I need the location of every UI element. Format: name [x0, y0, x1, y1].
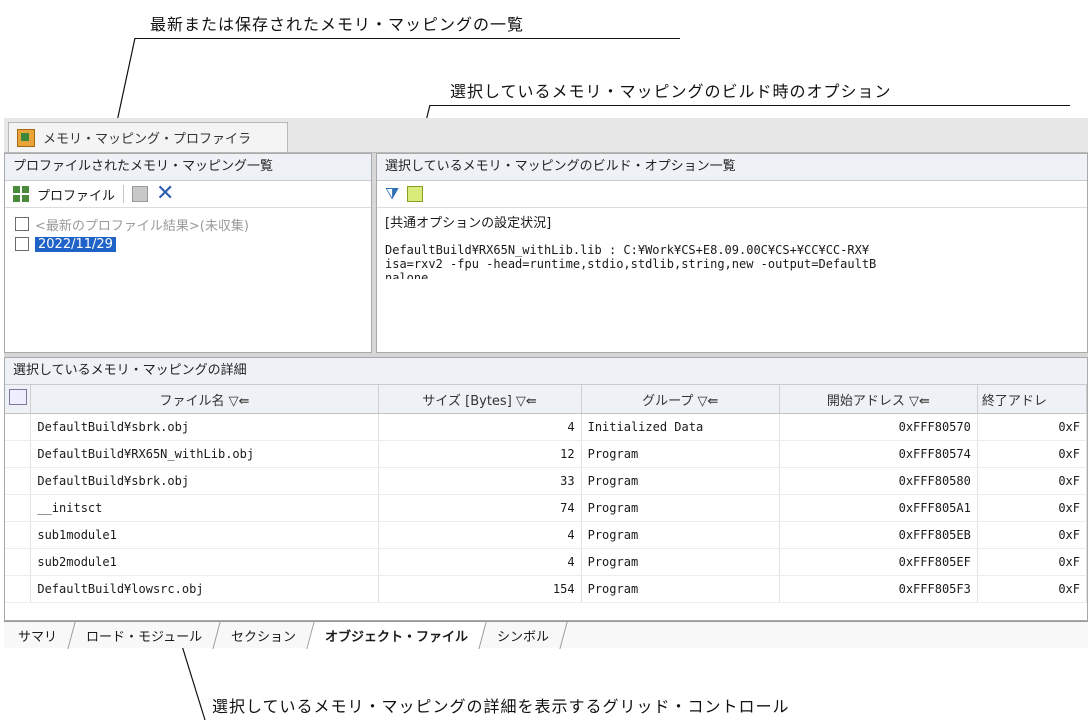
callout-underline [430, 105, 1070, 106]
filter-icon: ▽⇚ [228, 393, 250, 409]
cell-size: 12 [378, 440, 582, 468]
list-item-label: 2022/11/29 [35, 236, 116, 252]
cell-file: sub2module1 [30, 548, 379, 576]
grid-corner[interactable] [5, 385, 32, 414]
build-options-pane: 選択しているメモリ・マッピングのビルド・オプション一覧 ⧩ [共通オプションの設… [376, 153, 1088, 353]
checkbox[interactable] [15, 217, 29, 231]
tab-load-module[interactable]: ロード・モジュール [68, 622, 221, 649]
column-header-start-address[interactable]: 開始アドレス ▽⇚ [779, 385, 978, 414]
filter-icon: ▽⇚ [909, 393, 930, 409]
profiler-icon [17, 128, 35, 147]
callout-memory-mapping-list: 最新または保存されたメモリ・マッピングの一覧 [150, 15, 525, 34]
cell-file: sub1module1 [30, 521, 379, 549]
table-row[interactable]: DefaultBuild¥sbrk.obj 4 Initialized Data… [5, 413, 1087, 441]
tab-memory-mapping-profiler[interactable]: メモリ・マッピング・プロファイラ [8, 122, 288, 152]
tab-symbol[interactable]: シンボル [479, 622, 568, 649]
cell-group: Initialized Data [581, 413, 780, 441]
cell-size: 154 [378, 575, 582, 603]
pane-title: 選択しているメモリ・マッピングの詳細 [5, 358, 1087, 385]
profile-button[interactable]: プロファイル [37, 185, 115, 204]
cell-group: Program [581, 467, 780, 495]
cell-end: 0xF [977, 413, 1087, 441]
cell-start: 0xFFF80570 [779, 413, 978, 441]
cell-start: 0xFFF805A1 [779, 494, 978, 522]
cell-end: 0xF [977, 494, 1087, 522]
list-item[interactable]: <最新のプロファイル結果>(未収集) [5, 214, 371, 234]
cell-end: 0xF [977, 575, 1087, 603]
pane-title: 選択しているメモリ・マッピングのビルド・オプション一覧 [377, 154, 1087, 181]
callout-underline [135, 38, 680, 39]
cell-start: 0xFFF805EF [779, 548, 978, 576]
profiled-list-pane: プロファイルされたメモリ・マッピング一覧 プロファイル ✕ <最新のプロファイル… [4, 153, 372, 353]
cell-file: DefaultBuild¥sbrk.obj [30, 413, 379, 441]
pane-title: プロファイルされたメモリ・マッピング一覧 [5, 154, 371, 181]
detail-grid[interactable]: ファイル名 ▽⇚ サイズ [Bytes] ▽⇚ グループ ▽⇚ 開始アドレス ▽… [5, 385, 1087, 603]
toolbar-separator [123, 185, 125, 203]
table-row[interactable]: sub2module1 4 Program 0xFFF805EF 0xF [5, 548, 1087, 576]
options-icon[interactable] [407, 186, 424, 202]
column-header-group[interactable]: グループ ▽⇚ [581, 385, 780, 414]
cell-group: Program [581, 494, 780, 522]
table-row[interactable]: DefaultBuild¥RX65N_withLib.obj 12 Progra… [5, 440, 1087, 468]
tab-summary[interactable]: サマリ [0, 622, 76, 649]
callout-detail-grid: 選択しているメモリ・マッピングの詳細を表示するグリッド・コントロール [212, 697, 790, 716]
detail-pane: 選択しているメモリ・マッピングの詳細 ファイル名 ▽⇚ サイズ [Bytes] … [4, 357, 1088, 621]
list-item[interactable]: 2022/11/29 [5, 234, 371, 254]
callout-build-options: 選択しているメモリ・マッピングのビルド時のオプション [450, 82, 892, 101]
cell-size: 33 [378, 467, 582, 495]
cell-start: 0xFFF80574 [779, 440, 978, 468]
tab-title: メモリ・マッピング・プロファイラ [43, 132, 252, 147]
cell-file: DefaultBuild¥RX65N_withLib.obj [30, 440, 379, 468]
cell-file: DefaultBuild¥lowsrc.obj [30, 575, 379, 603]
left-toolbar: プロファイル ✕ [5, 181, 371, 208]
delete-icon[interactable]: ✕ [156, 183, 174, 205]
cell-start: 0xFFF805EB [779, 521, 978, 549]
tab-object-file[interactable]: オブジェクト・ファイル [307, 622, 487, 649]
cell-group: Program [581, 440, 780, 468]
cell-start: 0xFFF805F3 [779, 575, 978, 603]
list-item-label: <最新のプロファイル結果>(未収集) [35, 218, 249, 234]
cell-end: 0xF [977, 440, 1087, 468]
cell-end: 0xF [977, 467, 1087, 495]
checkbox[interactable] [15, 237, 29, 251]
save-icon[interactable] [132, 186, 149, 202]
column-header-file-name[interactable]: ファイル名 ▽⇚ [30, 385, 379, 414]
table-row[interactable]: sub1module1 4 Program 0xFFF805EB 0xF [5, 521, 1087, 549]
filter-icon: ▽⇚ [697, 393, 719, 409]
table-row[interactable]: __initsct 74 Program 0xFFF805A1 0xF [5, 494, 1087, 522]
options-line: DefaultBuild¥RX65N_withLib.lib : C:¥Work… [385, 243, 870, 257]
cell-start: 0xFFF80580 [779, 467, 978, 495]
cell-size: 4 [378, 413, 582, 441]
table-row[interactable]: DefaultBuild¥lowsrc.obj 154 Program 0xFF… [5, 575, 1087, 603]
cell-group: Program [581, 521, 780, 549]
filter-icon: ▽⇚ [515, 393, 537, 409]
right-toolbar: ⧩ [377, 181, 1087, 208]
filter-icon[interactable]: ⧩ [385, 184, 399, 204]
bottom-tab-bar: サマリ ロード・モジュール セクション オブジェクト・ファイル シンボル [0, 621, 1088, 649]
cell-group: Program [581, 575, 780, 603]
grid-header-row: ファイル名 ▽⇚ サイズ [Bytes] ▽⇚ グループ ▽⇚ 開始アドレス ▽… [5, 385, 1087, 414]
options-line: isa=rxv2 -fpu -head=runtime,stdio,stdlib… [385, 257, 877, 271]
cell-group: Program [581, 548, 780, 576]
column-header-size[interactable]: サイズ [Bytes] ▽⇚ [378, 385, 582, 414]
cell-size: 4 [378, 521, 582, 549]
column-header-end-address[interactable]: 終了アドレ [977, 385, 1087, 414]
tab-section[interactable]: セクション [213, 622, 315, 649]
options-line: nalone [385, 271, 429, 279]
profile-icon [13, 186, 29, 202]
cell-end: 0xF [977, 548, 1087, 576]
column-chooser-icon [8, 389, 27, 405]
cell-size: 4 [378, 548, 582, 576]
window-tab-strip: メモリ・マッピング・プロファイラ [4, 118, 1088, 153]
cell-size: 74 [378, 494, 582, 522]
cell-file: __initsct [30, 494, 379, 522]
cell-end: 0xF [977, 521, 1087, 549]
table-row[interactable]: DefaultBuild¥sbrk.obj 33 Program 0xFFF80… [5, 467, 1087, 495]
options-heading: [共通オプションの設定状況] [385, 216, 552, 231]
cell-file: DefaultBuild¥sbrk.obj [30, 467, 379, 495]
